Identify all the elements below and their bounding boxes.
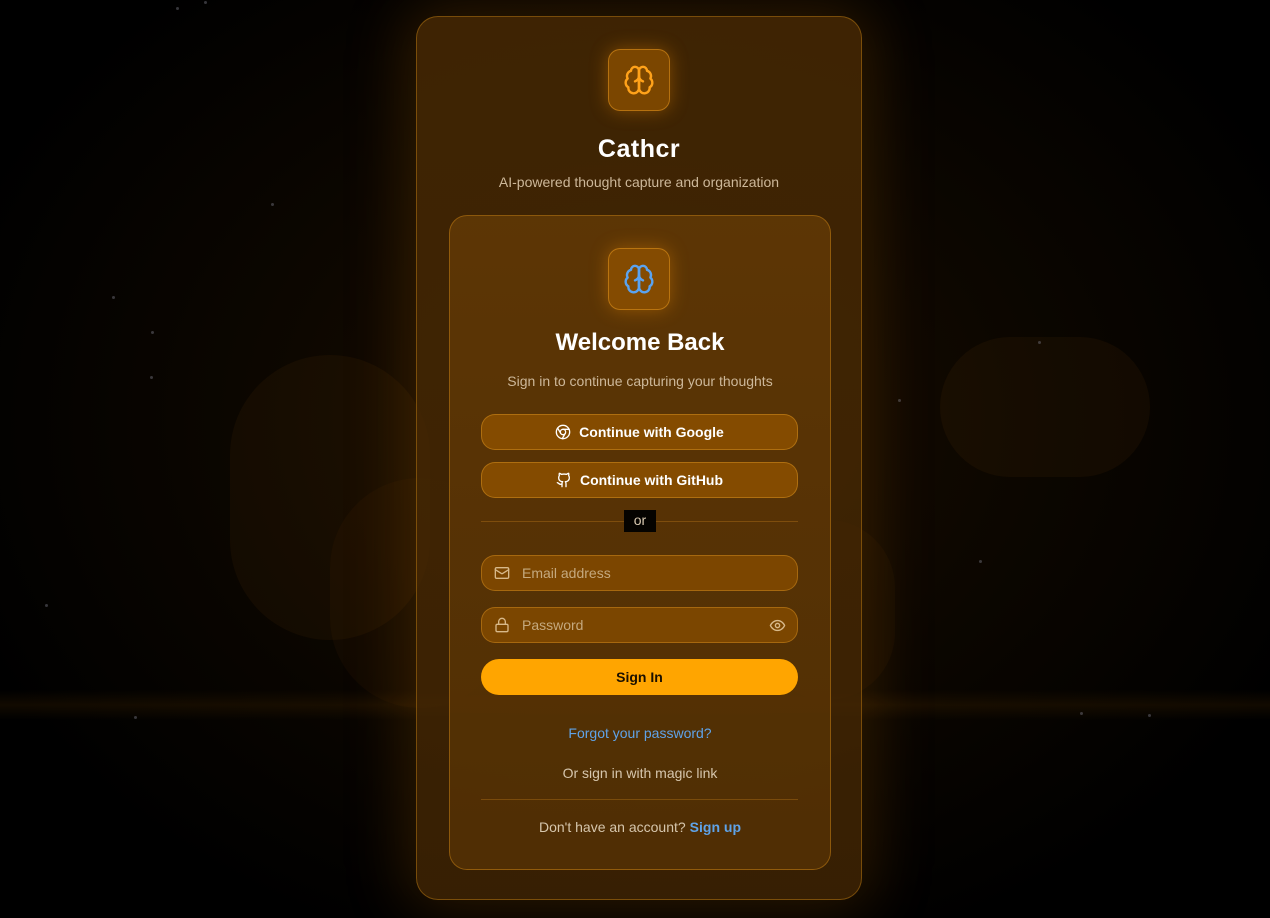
background-dot <box>898 399 901 402</box>
card-logo <box>608 248 670 310</box>
password-input[interactable] <box>522 617 757 633</box>
footer-divider <box>481 799 798 800</box>
background-dot <box>134 716 137 719</box>
forgot-password-link[interactable]: Forgot your password? <box>450 725 830 741</box>
github-icon <box>556 472 572 488</box>
background-dot <box>204 1 207 4</box>
divider-or-label: or <box>624 510 656 532</box>
background-dot <box>112 296 115 299</box>
google-signin-button[interactable]: Continue with Google <box>481 414 798 450</box>
lock-icon <box>482 617 522 633</box>
signup-prompt-text: Don't have an account? <box>539 819 686 835</box>
auth-panel: Cathcr AI-powered thought capture and or… <box>416 16 862 900</box>
background-dot <box>151 331 154 334</box>
login-card: Welcome Back Sign in to continue capturi… <box>449 215 831 870</box>
signup-prompt-row: Don't have an account? Sign up <box>450 819 830 835</box>
github-signin-label: Continue with GitHub <box>579 472 724 488</box>
background-blob <box>940 337 1150 477</box>
card-title: Welcome Back <box>555 329 725 356</box>
login-page: Cathcr AI-powered thought capture and or… <box>0 0 1270 918</box>
mail-icon <box>482 565 522 581</box>
eye-icon[interactable] <box>757 617 797 634</box>
password-field <box>481 607 798 643</box>
background-dot <box>1148 714 1151 717</box>
email-field <box>481 555 798 591</box>
email-input[interactable] <box>522 565 797 581</box>
sign-in-button[interactable]: Sign In <box>481 659 798 695</box>
app-logo <box>608 49 670 111</box>
magic-link-option[interactable]: Or sign in with magic link <box>450 765 830 781</box>
background-dot <box>176 7 179 10</box>
brain-icon <box>624 65 654 95</box>
background-dot <box>1038 341 1041 344</box>
chrome-icon <box>555 424 571 440</box>
background-dot <box>150 376 153 379</box>
github-signin-button[interactable]: Continue with GitHub <box>481 462 798 498</box>
background-dot <box>45 604 48 607</box>
app-title: Cathcr <box>597 135 681 163</box>
card-subtitle: Sign in to continue capturing your thoug… <box>507 373 773 389</box>
background-dot <box>979 560 982 563</box>
google-signin-label: Continue with Google <box>579 424 724 440</box>
signup-link[interactable]: Sign up <box>690 819 741 835</box>
background-dot <box>271 203 274 206</box>
background-dot <box>1080 712 1083 715</box>
app-tagline: AI-powered thought capture and organizat… <box>498 174 780 190</box>
brain-icon <box>624 264 654 294</box>
